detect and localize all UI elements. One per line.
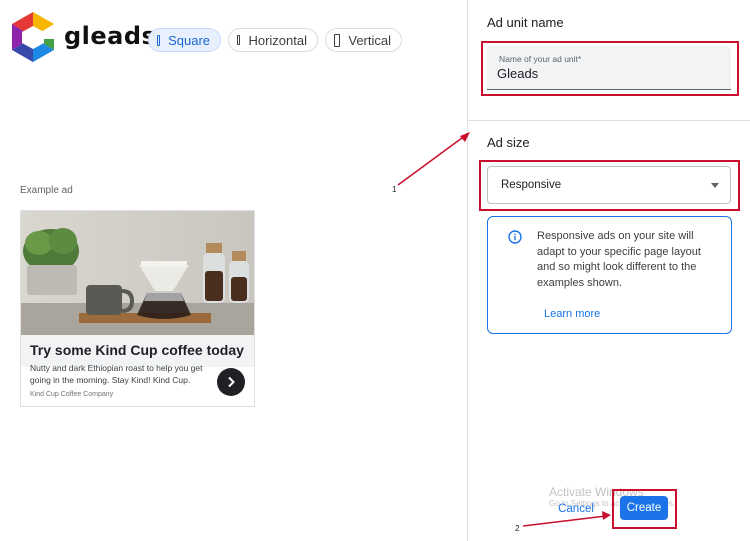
format-chip-square[interactable]: Square [148, 28, 221, 52]
dropdown-arrow-icon [711, 183, 719, 188]
annotation-step-2: 2 [515, 524, 520, 533]
format-chip-label: Horizontal [248, 32, 307, 48]
annotation-step-1: 1 [392, 185, 397, 194]
ad-size-selected-value: Responsive [501, 179, 562, 191]
chevron-right-icon [228, 376, 235, 388]
section-divider [468, 120, 750, 121]
ad-unit-name-field[interactable]: Name of your ad unit* [487, 46, 731, 90]
panel-divider [467, 0, 468, 541]
create-button[interactable]: Create [620, 496, 668, 520]
ad-unit-name-title: Ad unit name [487, 15, 564, 30]
gleads-logo-icon [12, 12, 54, 62]
ad-arrow-button[interactable] [217, 368, 245, 396]
format-chip-vertical[interactable]: Vertical [325, 28, 402, 52]
horizontal-rectangle-icon [237, 35, 241, 45]
responsive-info-text: Responsive ads on your site will adapt t… [537, 230, 701, 289]
format-chip-label: Square [168, 32, 210, 48]
learn-more-link[interactable]: Learn more [544, 308, 600, 320]
ad-description: Nutty and dark Ethiopian roast to help y… [30, 363, 203, 385]
brand-name: gleads [64, 22, 157, 50]
annotation-arrowhead-2 [602, 511, 611, 520]
info-icon [508, 230, 522, 244]
square-icon [157, 34, 161, 46]
ad-size-title: Ad size [487, 135, 530, 150]
format-chip-horizontal[interactable]: Horizontal [228, 28, 318, 52]
responsive-info-card: Responsive ads on your site will adapt t… [487, 216, 732, 334]
coffee-ad-image [21, 211, 254, 335]
ad-size-select[interactable]: Responsive [487, 166, 731, 204]
ad-unit-name-label: Name of your ad unit* [499, 54, 582, 64]
cancel-button[interactable]: Cancel [555, 500, 597, 518]
annotation-arrow-1 [397, 134, 467, 186]
format-chip-label: Vertical [348, 32, 391, 48]
example-ad-card: Try some Kind Cup coffee today Nutty and… [20, 210, 255, 407]
annotation-arrowhead-1 [460, 132, 470, 142]
ad-advertiser: Kind Cup Coffee Company [30, 391, 114, 398]
vertical-rectangle-icon [334, 33, 341, 47]
example-ad-label: Example ad [20, 185, 73, 196]
ad-unit-name-input[interactable] [497, 66, 717, 81]
